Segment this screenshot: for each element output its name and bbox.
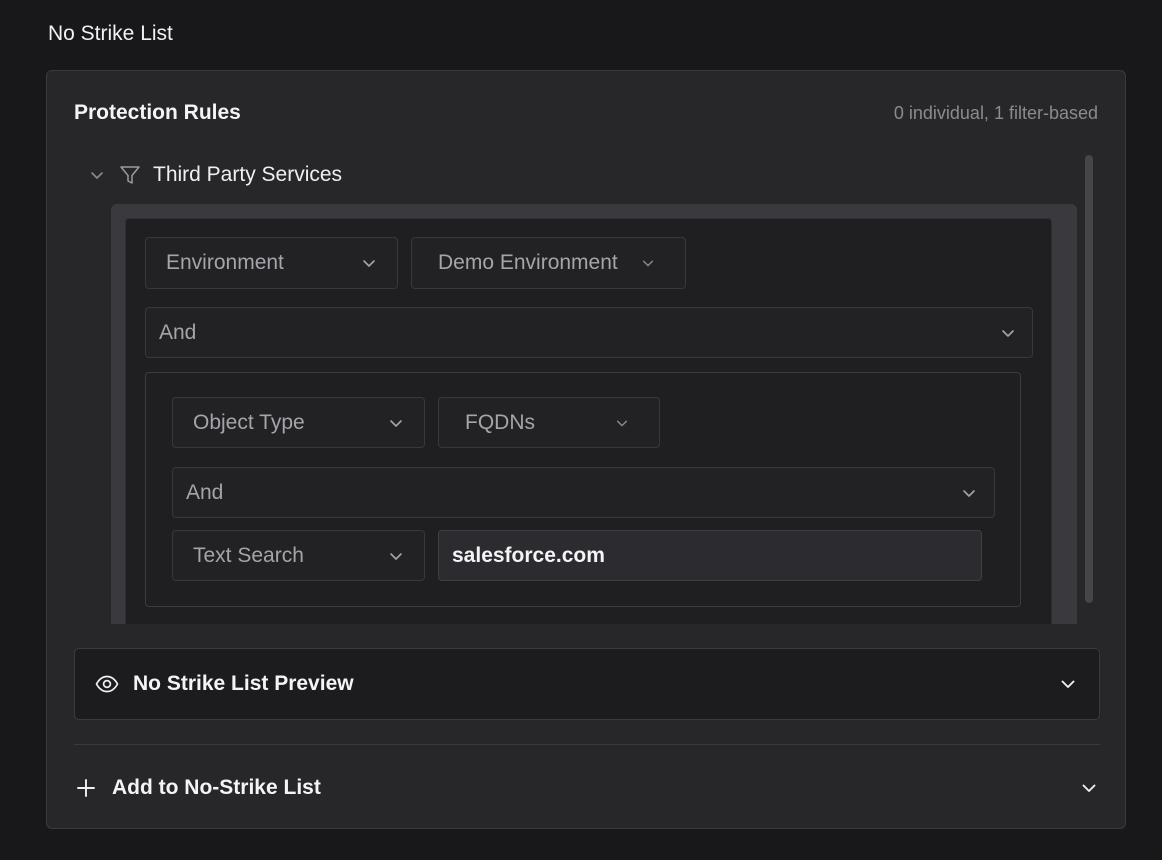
rule-header-third-party-services[interactable]: Third Party Services: [89, 163, 342, 187]
field-select-environment[interactable]: Environment: [145, 237, 398, 289]
rule-count: 0 individual, 1 filter-based: [893, 102, 1098, 123]
chevron-down-icon[interactable]: [89, 167, 105, 183]
preview-label: No Strike List Preview: [133, 672, 354, 695]
chevron-down-icon: [616, 420, 628, 426]
chevron-down-icon: [1002, 329, 1014, 337]
chevron-down-icon: [390, 419, 402, 427]
filter-group: Object Type FQDNs And Text Search: [145, 372, 1021, 607]
add-label: Add to No-Strike List: [112, 776, 321, 799]
select-value: Text Search: [193, 543, 304, 567]
filter-builder: Environment Demo Environment And Object …: [125, 218, 1052, 624]
field-select-text-search[interactable]: Text Search: [172, 530, 425, 581]
rule-name: Third Party Services: [153, 163, 343, 186]
add-header: Add to No-Strike List: [76, 776, 321, 800]
panel-header: Protection Rules 0 individual, 1 filter-…: [74, 101, 1098, 125]
chevron-down-icon: [390, 552, 402, 560]
select-value: And: [159, 320, 197, 344]
search-value-input[interactable]: [438, 530, 982, 581]
field-select-object-type[interactable]: Object Type: [172, 397, 425, 448]
plus-icon: [77, 779, 95, 797]
eye-icon: [95, 675, 119, 693]
scrollbar[interactable]: [1085, 155, 1093, 603]
select-value: Environment: [166, 251, 284, 274]
chevron-down-icon: [1082, 784, 1096, 792]
add-to-no-strike-list-toggle[interactable]: Add to No-Strike List: [76, 771, 1100, 805]
chevron-down-icon: [963, 489, 975, 497]
select-value: Object Type: [193, 410, 305, 434]
divider: [74, 744, 1100, 745]
select-value: And: [186, 480, 224, 504]
page-title: No Strike List: [48, 22, 173, 45]
value-select-demo-environment[interactable]: Demo Environment: [411, 237, 686, 289]
value-select-fqdns[interactable]: FQDNs: [438, 397, 660, 448]
operator-select-and-nested[interactable]: And: [172, 467, 995, 518]
rule-filter-container: Environment Demo Environment And Object …: [111, 204, 1077, 624]
operator-select-and[interactable]: And: [145, 307, 1033, 358]
panel-title: Protection Rules: [74, 101, 241, 124]
protection-rules-panel: Protection Rules 0 individual, 1 filter-…: [46, 70, 1126, 829]
filter-icon: [120, 166, 140, 184]
chevron-down-icon: [363, 260, 375, 267]
select-value: FQDNs: [465, 410, 535, 434]
chevron-down-icon: [642, 260, 654, 267]
no-strike-list-preview-toggle[interactable]: No Strike List Preview: [74, 648, 1100, 720]
chevron-down-icon: [1061, 680, 1075, 688]
preview-header: No Strike List Preview: [95, 672, 354, 696]
select-value: Demo Environment: [438, 251, 618, 274]
